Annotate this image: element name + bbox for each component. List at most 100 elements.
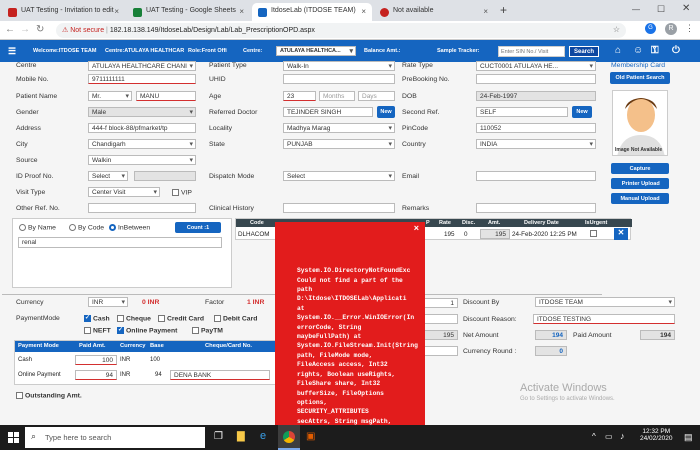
old-patient-search-button[interactable]: Old Patient Search	[610, 72, 670, 84]
vip-checkbox[interactable]: VIP	[172, 189, 192, 196]
task-view-icon[interactable]: ❐	[214, 431, 223, 442]
close-tab-icon[interactable]: ×	[114, 7, 119, 16]
referred-doctor-field[interactable]: TEJINDER SINGH	[283, 107, 373, 117]
id-proof-select[interactable]: Select	[88, 171, 128, 181]
clock[interactable]: 12:32 PM 24/02/2020	[640, 428, 673, 442]
title-select[interactable]: Mr.	[88, 91, 132, 101]
id-proof-field[interactable]	[134, 171, 196, 181]
app-icon[interactable]: ▣	[306, 431, 315, 442]
profile-avatar[interactable]: R	[665, 23, 677, 35]
edge-icon[interactable]: e	[260, 430, 266, 442]
power-icon[interactable]: ⏻	[672, 45, 680, 56]
tab-not-available[interactable]: Not available ×	[374, 3, 494, 21]
star-icon[interactable]: ☆	[613, 25, 620, 34]
mobile-field[interactable]: 9711111111	[88, 74, 196, 84]
patient-name-field[interactable]: MANU	[136, 91, 196, 101]
forward-icon[interactable]: →	[20, 24, 30, 35]
second-ref-field[interactable]: SELF	[476, 107, 568, 117]
locality-select[interactable]: Madhya Marag	[283, 123, 395, 133]
windows-start-icon[interactable]	[8, 432, 19, 443]
debit-card-checkbox[interactable]: Debit Card	[214, 315, 257, 322]
user-icon[interactable]: ☺	[633, 45, 643, 56]
credit-card-checkbox[interactable]: Credit Card	[158, 315, 204, 322]
visit-type-select[interactable]: Center Visit	[88, 187, 160, 197]
maximize-icon[interactable]: ☐	[657, 4, 665, 15]
remove-test-button[interactable]: ✕	[614, 228, 628, 240]
uhid-field[interactable]	[283, 74, 395, 84]
address-field[interactable]: 444-f block-88/pfmarket/tp	[88, 123, 196, 133]
unknown-field[interactable]	[424, 314, 458, 324]
cash-checkbox[interactable]: Cash	[84, 314, 110, 322]
taskbar-search[interactable]: ⌕ Type here to search	[25, 427, 205, 448]
home-icon[interactable]: ⌂	[615, 45, 621, 56]
by-name-radio[interactable]: By Name	[19, 224, 56, 231]
other-ref-field[interactable]	[88, 203, 196, 213]
prebooking-field[interactable]	[476, 74, 596, 84]
centre-field[interactable]: ATULAYA HEALTHCARE CHANI	[88, 61, 196, 71]
total-field[interactable]: 195	[424, 330, 458, 340]
paid-amt-field[interactable]: 94	[75, 370, 117, 380]
online-payment-checkbox[interactable]: Online Payment	[117, 326, 177, 334]
tab-itdoselab[interactable]: ItdoseLab (ITDOSE TEAM) ×	[252, 3, 372, 21]
file-explorer-icon[interactable]: ▇	[237, 431, 245, 442]
new-second-ref-button[interactable]: New	[572, 106, 592, 118]
extension-icon[interactable]: G	[645, 23, 656, 34]
sample-search-input[interactable]	[498, 46, 565, 57]
chrome-taskbar-item[interactable]	[278, 425, 300, 450]
source-select[interactable]: Walkin	[88, 155, 196, 165]
tray-chevron-icon[interactable]: ^	[592, 432, 596, 441]
by-code-radio[interactable]: By Code	[69, 224, 104, 231]
key-icon[interactable]: ⚿	[651, 45, 659, 56]
rate-type-select[interactable]: CUCT0001 ATULAYA HE...	[476, 61, 596, 71]
pincode-field[interactable]: 110052	[476, 123, 596, 133]
cheque-checkbox[interactable]: Cheque	[117, 315, 151, 322]
new-tab-icon[interactable]: +	[500, 3, 507, 17]
new-doctor-button[interactable]: New	[377, 106, 395, 118]
test-amt[interactable]: 195	[480, 229, 510, 239]
back-icon[interactable]: ←	[5, 24, 15, 35]
city-select[interactable]: Chandigarh	[88, 139, 196, 149]
network-icon[interactable]: ▭	[605, 432, 613, 441]
factor-input[interactable]: 1	[424, 298, 458, 308]
volume-icon[interactable]: ♪	[620, 431, 625, 441]
minimize-icon[interactable]: —	[632, 5, 640, 14]
clinical-history-field[interactable]	[283, 203, 395, 213]
search-button[interactable]: Search	[569, 46, 599, 57]
remarks-field[interactable]	[476, 203, 596, 213]
close-icon[interactable]: ×	[414, 223, 419, 233]
tab-uat-invitation[interactable]: UAT Testing - Invitation to edit ×	[2, 3, 125, 21]
gender-select[interactable]: Male	[88, 107, 196, 117]
tab-google-sheets[interactable]: UAT Testing - Google Sheets ×	[127, 3, 250, 21]
centre-select[interactable]: ATULAYA HEALTHCA...	[276, 46, 356, 56]
discount-reason-field[interactable]: ITDOSE TESTING	[533, 314, 675, 324]
country-select[interactable]: INDIA	[476, 139, 596, 149]
card-no-field[interactable]: DENA BANK	[170, 370, 270, 380]
age-years-field[interactable]: 23	[283, 91, 316, 101]
email-field[interactable]	[476, 171, 596, 181]
manual-upload-button[interactable]: Manual Upload	[611, 193, 669, 204]
currency-select[interactable]: INR	[88, 297, 128, 307]
notifications-icon[interactable]: ▤	[684, 432, 693, 443]
close-window-icon[interactable]: ✕	[682, 3, 690, 14]
state-select[interactable]: PUNJAB	[283, 139, 395, 149]
close-tab-icon[interactable]: ×	[361, 7, 366, 16]
patient-type-select[interactable]: Walk-In	[283, 61, 395, 71]
urgent-checkbox[interactable]	[590, 230, 599, 237]
paytm-checkbox[interactable]: PayTM	[192, 327, 223, 334]
unknown-field-2[interactable]	[424, 346, 458, 356]
age-months-field[interactable]: Months	[319, 91, 355, 101]
capture-button[interactable]: Capture	[611, 163, 669, 174]
discount-by-select[interactable]: ITDOSE TEAM	[535, 297, 675, 307]
age-days-field[interactable]: Days	[358, 91, 395, 101]
url-field[interactable]: ⚠ Not secure | 182.18.138.149/ItdoseLab/…	[56, 23, 626, 38]
dispatch-mode-select[interactable]: Select	[283, 171, 395, 181]
membership-card-link[interactable]: Membership Card	[611, 62, 665, 69]
close-tab-icon[interactable]: ×	[239, 7, 244, 16]
menu-kebab-icon[interactable]: ⋮	[685, 23, 694, 34]
neft-checkbox[interactable]: NEFT	[84, 327, 111, 334]
dob-field[interactable]: 24-Feb-1997	[476, 91, 596, 101]
printer-upload-button[interactable]: Printer Upload	[611, 178, 669, 189]
in-between-radio[interactable]: InBetween	[109, 224, 150, 231]
outstanding-checkbox[interactable]: Outstanding Amt.	[16, 392, 82, 399]
test-search-input[interactable]: renal	[18, 237, 222, 248]
